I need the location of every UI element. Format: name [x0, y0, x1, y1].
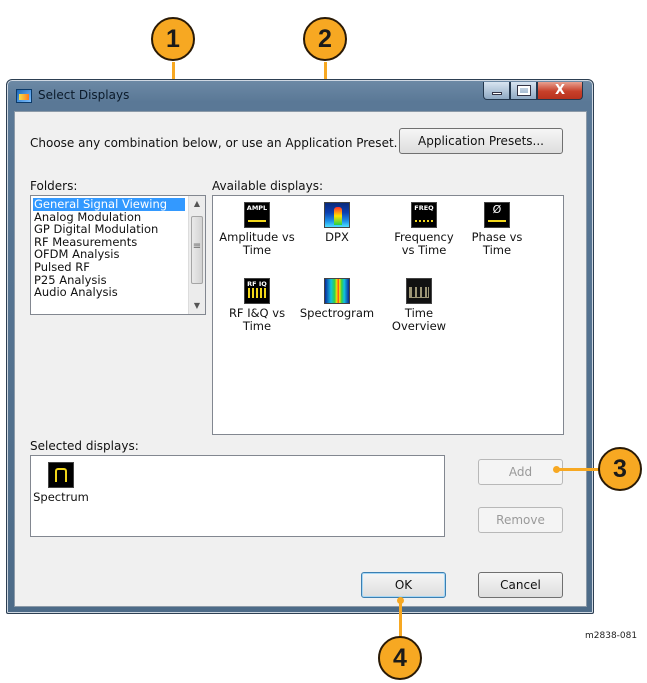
available-displays-list[interactable]: AMPL Amplitude vs Time DPX FREQ Frequenc… — [212, 195, 564, 435]
display-amplitude-vs-time[interactable]: AMPL Amplitude vs Time — [213, 202, 301, 257]
phase-vs-time-icon: Ø — [484, 202, 510, 228]
minimize-button[interactable] — [483, 82, 510, 100]
display-label: RF I&Q vs — [228, 306, 286, 320]
cancel-button[interactable]: Cancel — [478, 572, 563, 598]
folder-item-general-signal-viewing[interactable]: General Signal Viewing — [33, 198, 185, 211]
display-label: Phase vs — [471, 230, 523, 244]
ok-button[interactable]: OK — [361, 572, 446, 598]
add-button[interactable]: Add — [478, 459, 563, 485]
rf-iq-vs-time-icon: RF IQ — [244, 278, 270, 304]
callout-3: 3 — [598, 447, 642, 491]
caption-buttons: X — [483, 82, 583, 100]
application-presets-button[interactable]: Application Presets... — [399, 128, 563, 154]
selected-display-spectrum[interactable]: Spectrum — [26, 462, 96, 504]
callout-4: 4 — [378, 636, 422, 680]
display-time-overview[interactable]: Time Overview — [375, 278, 463, 333]
display-label: Time — [404, 306, 434, 320]
frequency-vs-time-icon: FREQ — [411, 202, 437, 228]
display-label: vs Time — [401, 243, 447, 257]
folder-item-gp-digital-modulation[interactable]: GP Digital Modulation — [33, 223, 205, 236]
folder-item-pulsed-rf[interactable]: Pulsed RF — [33, 261, 205, 274]
spectrogram-icon — [324, 278, 350, 304]
display-label: Time — [482, 243, 512, 257]
folders-label: Folders: — [30, 179, 78, 193]
display-label: Time — [242, 243, 272, 257]
display-label: Time — [242, 319, 272, 333]
minimize-icon — [492, 92, 502, 95]
callout-3-leader — [557, 468, 601, 471]
time-overview-icon — [406, 278, 432, 304]
display-phase-vs-time[interactable]: Ø Phase vs Time — [453, 202, 541, 257]
display-rf-iq-vs-time[interactable]: RF IQ RF I&Q vs Time — [213, 278, 301, 333]
scroll-up-icon[interactable]: ▲ — [189, 196, 205, 212]
dpx-icon — [324, 202, 350, 228]
app-icon — [16, 89, 32, 103]
display-label: Spectrum — [33, 490, 89, 504]
display-label: Spectrogram — [299, 306, 375, 320]
callout-4-leader — [399, 600, 402, 640]
window-title: Select Displays — [38, 88, 130, 102]
display-spectrogram[interactable]: Spectrogram — [293, 278, 381, 320]
display-label: Amplitude vs — [219, 230, 295, 244]
instruction-text: Choose any combination below, or use an … — [30, 136, 398, 150]
display-label: Overview — [391, 319, 447, 333]
callout-2: 2 — [303, 17, 347, 61]
selected-displays-label: Selected displays: — [30, 439, 139, 453]
close-button[interactable]: X — [537, 82, 583, 100]
display-label: Frequency — [394, 230, 454, 244]
remove-button[interactable]: Remove — [478, 507, 563, 533]
spectrum-icon — [48, 462, 74, 488]
amplitude-vs-time-icon: AMPL — [244, 202, 270, 228]
close-icon: X — [554, 83, 566, 98]
callout-3-dot — [553, 466, 560, 473]
select-displays-window: Select Displays X Choose any combination… — [6, 79, 594, 614]
folders-list[interactable]: General Signal Viewing Analog Modulation… — [30, 195, 206, 315]
selected-displays-list[interactable]: Spectrum — [30, 455, 445, 537]
dialog-body: Choose any combination below, or use an … — [14, 111, 587, 607]
scroll-thumb[interactable] — [191, 216, 203, 284]
display-label: DPX — [325, 230, 349, 244]
display-dpx[interactable]: DPX — [293, 202, 381, 244]
folder-item-audio-analysis[interactable]: Audio Analysis — [33, 286, 205, 299]
title-bar[interactable]: Select Displays X — [7, 80, 593, 110]
available-displays-label: Available displays: — [212, 179, 324, 193]
maximize-button[interactable] — [510, 82, 537, 100]
callout-1: 1 — [151, 17, 195, 61]
figure-id: m2838-081 — [585, 631, 638, 641]
maximize-icon — [518, 86, 530, 95]
folders-scrollbar[interactable]: ▲ ▼ — [188, 196, 205, 314]
scroll-down-icon[interactable]: ▼ — [189, 298, 205, 314]
